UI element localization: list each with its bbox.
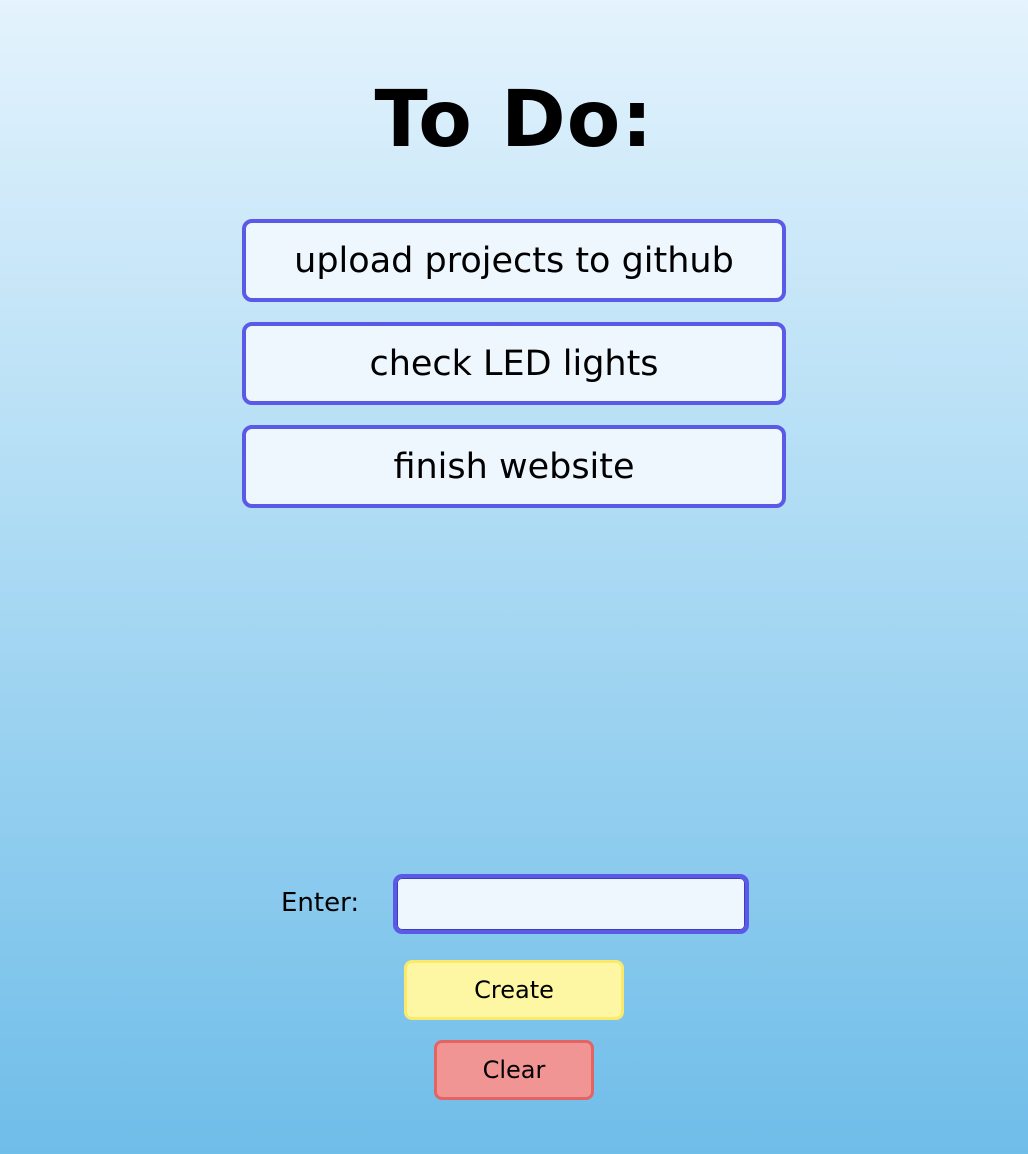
todo-list: upload projects to github check LED ligh… — [242, 219, 786, 528]
todo-text-input[interactable] — [393, 874, 749, 934]
enter-row: Enter: — [0, 874, 1028, 934]
create-button[interactable]: Create — [404, 960, 624, 1020]
todo-item[interactable]: upload projects to github — [242, 219, 786, 302]
todo-item[interactable]: check LED lights — [242, 322, 786, 405]
todo-item[interactable]: finish website — [242, 425, 786, 508]
page-title: To Do: — [374, 75, 654, 165]
clear-button[interactable]: Clear — [434, 1040, 594, 1100]
enter-label: Enter: — [281, 888, 360, 918]
